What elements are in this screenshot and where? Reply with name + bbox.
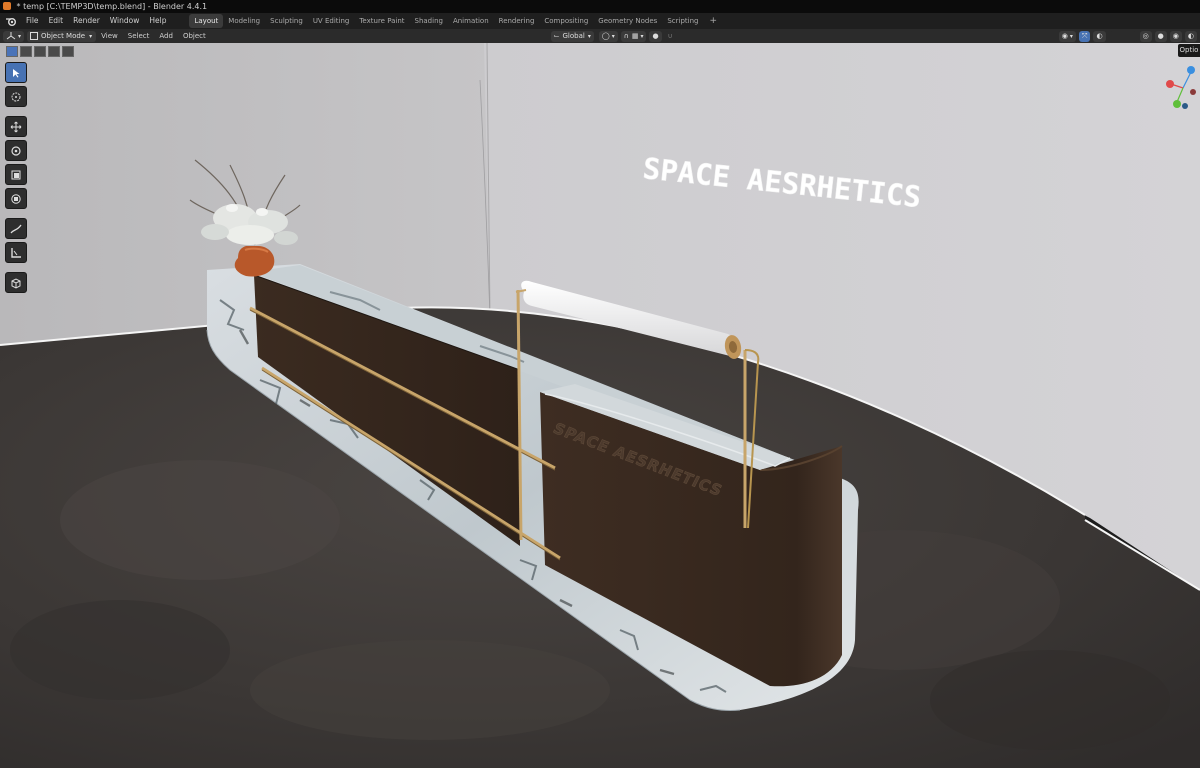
tab-scripting[interactable]: Scripting (662, 14, 703, 28)
editor-type-button[interactable]: ▾ (3, 30, 25, 42)
snap-magnet-icon: ∩ (623, 32, 629, 40)
solid-icon: ● (1157, 32, 1164, 40)
menu-edit[interactable]: Edit (44, 13, 69, 29)
tab-shading[interactable]: Shading (410, 14, 448, 28)
annotate-tool-icon[interactable] (5, 218, 27, 239)
snap-increment-icon: ▦ (631, 32, 639, 40)
falloff-icon: ∪ (667, 32, 673, 40)
orientation-label: Global (562, 32, 585, 40)
shading-solid-button[interactable]: ● (1154, 30, 1167, 42)
tab-rendering[interactable]: Rendering (494, 14, 540, 28)
menu-select[interactable]: Select (123, 32, 155, 40)
overlays-button[interactable]: ◐ (1093, 30, 1106, 42)
menu-help[interactable]: Help (144, 13, 171, 29)
title-bar: * temp [C:\TEMP3D\temp.blend] - Blender … (0, 0, 1200, 13)
viewport[interactable]: SPACE AESRHETICS SPACE AESRHETICS (0, 43, 1200, 768)
gizmo-icon: ⤧ (1081, 31, 1088, 40)
visibility-icon: ◉ (1061, 32, 1068, 40)
chevron-down-icon: ▾ (587, 32, 591, 40)
transform-orientation-dropdown[interactable]: ⌙ Global ▾ (550, 30, 594, 42)
tab-modeling[interactable]: Modeling (223, 14, 265, 28)
top-menu-bar: File Edit Render Window Help Layout Mode… (0, 13, 1200, 29)
tool-shelf (5, 62, 27, 293)
proportional-edit-button[interactable]: ● (649, 30, 662, 42)
menu-add[interactable]: Add (154, 32, 178, 40)
window-title: * temp [C:\TEMP3D\temp.blend] - Blender … (16, 2, 208, 11)
orientation-icon: ⌙ (553, 32, 560, 40)
measure-tool-icon[interactable] (5, 242, 27, 263)
move-tool-icon[interactable] (5, 116, 27, 137)
menu-file[interactable]: File (21, 13, 44, 29)
material-icon: ◉ (1172, 32, 1179, 40)
proportional-edit-icon: ● (652, 32, 659, 40)
overlays-icon: ◐ (1096, 32, 1103, 40)
tab-compositing[interactable]: Compositing (539, 14, 593, 28)
navigation-gizmo[interactable] (1163, 62, 1197, 112)
selection-mode-group (4, 45, 74, 58)
blender-app-icon (3, 2, 11, 10)
shading-material-button[interactable]: ◉ (1169, 30, 1182, 42)
mode-dropdown[interactable]: Object Mode ▾ (27, 30, 97, 42)
tab-animation[interactable]: Animation (448, 14, 494, 28)
select-subtract-icon[interactable] (34, 46, 46, 57)
scale-tool-icon[interactable] (5, 164, 27, 185)
transform-tool-icon[interactable] (5, 188, 27, 209)
rotate-tool-icon[interactable] (5, 140, 27, 161)
axis-grid-icon (6, 32, 16, 40)
proportional-falloff-button[interactable]: ∪ (664, 30, 676, 42)
pivot-point-button[interactable]: ◯ ▾ (598, 30, 618, 42)
add-cube-tool-icon[interactable] (5, 272, 27, 293)
cursor-tool-icon[interactable] (5, 86, 27, 107)
pivot-icon: ◯ (601, 32, 610, 40)
viewport-header: ▾ Object Mode ▾ View Select Add Object ⌙… (0, 29, 1200, 43)
blender-logo-icon[interactable] (3, 15, 19, 27)
scene-render: SPACE AESRHETICS SPACE AESRHETICS (0, 43, 1200, 768)
tab-texture-paint[interactable]: Texture Paint (354, 14, 409, 28)
shading-rendered-button[interactable]: ◐ (1184, 30, 1197, 42)
tab-uv-editing[interactable]: UV Editing (308, 14, 355, 28)
select-extend-icon[interactable] (20, 46, 32, 57)
xray-button[interactable] (1108, 30, 1137, 42)
tab-sculpting[interactable]: Sculpting (265, 14, 308, 28)
menu-object[interactable]: Object (178, 32, 211, 40)
rendered-icon: ◐ (1187, 32, 1194, 40)
object-mode-icon (30, 32, 39, 40)
tab-geometry-nodes[interactable]: Geometry Nodes (593, 14, 662, 28)
select-invert-icon[interactable] (48, 46, 60, 57)
add-workspace-button[interactable]: + (703, 16, 723, 26)
menu-render[interactable]: Render (68, 13, 105, 29)
select-new-icon[interactable] (6, 46, 18, 57)
wireframe-icon: ◎ (1142, 32, 1149, 40)
options-tab[interactable]: Optio (1178, 44, 1200, 57)
visibility-button[interactable]: ◉ ▾ (1058, 30, 1076, 42)
tab-layout[interactable]: Layout (189, 14, 224, 28)
menu-window[interactable]: Window (105, 13, 145, 29)
select-box-tool-icon[interactable] (5, 62, 27, 83)
shading-wireframe-button[interactable]: ◎ (1139, 30, 1152, 42)
snap-button[interactable]: ∩ ▦ ▾ (620, 30, 647, 42)
gizmo-toggle-button[interactable]: ⤧ (1078, 30, 1091, 42)
select-intersect-icon[interactable] (62, 46, 74, 57)
mode-label: Object Mode (41, 32, 86, 40)
chevron-down-icon: ▾ (89, 32, 93, 40)
menu-view[interactable]: View (96, 32, 123, 40)
